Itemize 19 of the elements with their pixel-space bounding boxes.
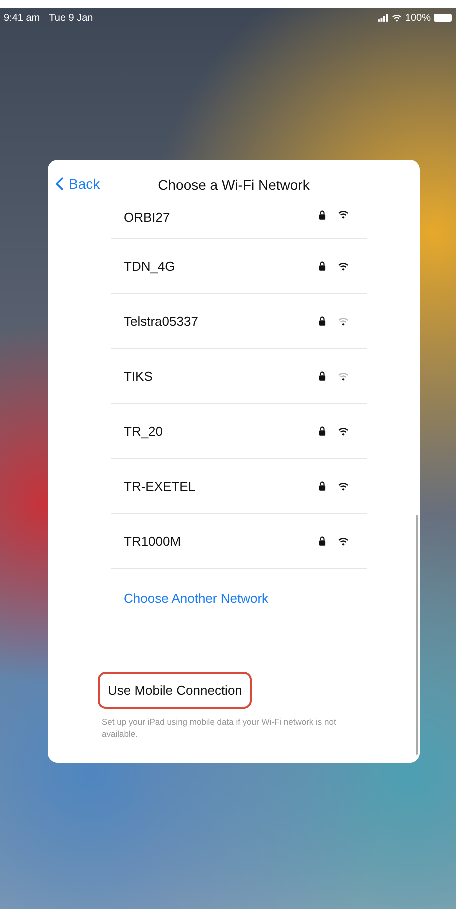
mobile-connection-note: Set up your iPad using mobile data if your Wi-Fi network is not available.: [102, 717, 338, 741]
network-row[interactable]: TR_20: [111, 404, 367, 459]
network-row[interactable]: TR-EXETEL: [111, 459, 367, 514]
chevron-icon: [56, 177, 64, 191]
choose-another-network-link[interactable]: Choose Another Network: [111, 569, 367, 606]
back-button[interactable]: Back: [56, 176, 100, 192]
wifi-icon: [392, 14, 402, 22]
battery-percent: 100%: [405, 12, 431, 24]
network-row[interactable]: TR1000M: [111, 514, 367, 569]
signal-icon: [378, 14, 390, 22]
status-date: Tue 9 Jan: [49, 12, 94, 24]
network-row[interactable]: ORBI27: [111, 210, 367, 239]
sheet-title: Choose a Wi-Fi Network: [158, 177, 310, 193]
network-row[interactable]: Telstra05337: [111, 294, 367, 349]
battery-icon: [434, 14, 452, 22]
network-row[interactable]: TDN_4G: [111, 239, 367, 294]
network-row[interactable]: TIKS: [111, 349, 367, 404]
status-time: 9:41 am: [4, 12, 40, 24]
use-mobile-connection-button[interactable]: Use Mobile Connection: [98, 672, 252, 709]
